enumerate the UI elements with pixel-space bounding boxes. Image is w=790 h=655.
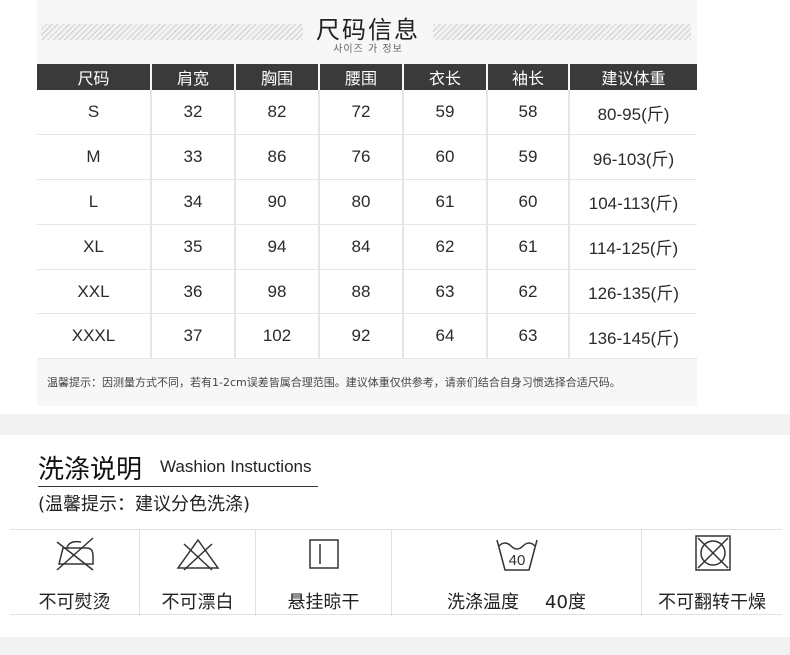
- no-tumble-dry-icon: [695, 535, 731, 571]
- care-item-no-bleach: 不可漂白: [140, 530, 256, 616]
- size-note: 温馨提示：因测量方式不同，若有1-2cm误差皆属合理范围。建议体重仅供参考，请亲…: [47, 376, 621, 389]
- care-item-hang-dry: 悬挂晾干: [256, 530, 392, 616]
- cell-chest: 102: [235, 313, 320, 360]
- hang-dry-icon: [308, 539, 339, 569]
- cell-chest: 94: [235, 224, 320, 270]
- cell-waist: 92: [319, 313, 404, 360]
- cell-waist: 80: [319, 179, 404, 225]
- size-info-section: 尺码信息 사이즈 가 정보 尺码 肩宽 胸围 腰围 衣长 袖长 建议体重 S 3…: [37, 0, 697, 406]
- cell-shoulder: 35: [151, 224, 236, 270]
- no-bleach-icon: [176, 538, 219, 571]
- table-row: XXXL 37 102 92 64 63 136-145(斤): [37, 313, 697, 360]
- cell-size: XXXL: [37, 313, 152, 360]
- size-table-header: 尺码 肩宽 胸围 腰围 衣长 袖长 建议体重: [37, 64, 697, 90]
- care-label: 不可漂白: [161, 592, 234, 613]
- care-label: 洗涤温度 40度: [392, 588, 641, 614]
- cell-size: L: [37, 179, 152, 225]
- title-underline: [38, 486, 318, 487]
- wash-title: 洗涤说明: [38, 455, 143, 485]
- cell-weight: 104-113(斤): [569, 179, 697, 225]
- cell-chest: 98: [235, 269, 320, 315]
- table-row: XL 35 94 84 62 61 114-125(斤): [37, 224, 697, 270]
- cell-sleeve: 61: [487, 224, 570, 270]
- cell-sleeve: 63: [487, 313, 570, 360]
- cell-chest: 90: [235, 179, 320, 225]
- care-label: 不可熨烫: [38, 592, 111, 613]
- bottom-band: [0, 637, 790, 655]
- cell-waist: 72: [319, 90, 404, 136]
- cell-sleeve: 59: [487, 134, 570, 181]
- table-row: S 32 82 72 59 58 80-95(斤): [37, 90, 697, 136]
- wash-tip: (温馨提示：建议分色洗涤): [38, 494, 251, 515]
- cell-shoulder: 34: [151, 179, 236, 225]
- wash-section: 洗涤说明 Washion Instuctions (温馨提示：建议分色洗涤) 不…: [10, 435, 782, 637]
- cell-sleeve: 62: [487, 269, 570, 315]
- cell-shoulder: 37: [151, 313, 236, 360]
- cell-weight: 96-103(斤): [569, 134, 697, 181]
- cell-waist: 84: [319, 224, 404, 270]
- wash-40-icon-text: 40: [508, 552, 525, 569]
- care-symbols-grid: 不可熨烫 不可漂白 悬挂晾干 40 洗涤温度 40度 不可翻转干燥: [10, 529, 782, 616]
- wash-title-en: Washion Instuctions: [160, 457, 312, 476]
- header-size: 尺码: [37, 64, 152, 90]
- cell-size: XL: [37, 224, 152, 270]
- care-item-no-iron: 不可熨烫: [10, 530, 140, 616]
- care-item-no-tumble-dry: 不可翻转干燥: [642, 530, 782, 616]
- care-label: 不可翻转干燥: [658, 592, 766, 613]
- decorative-hatch-left: [41, 24, 303, 40]
- table-row: M 33 86 76 60 59 96-103(斤): [37, 134, 697, 181]
- cell-size: M: [37, 134, 152, 181]
- cell-size: XXL: [37, 269, 152, 315]
- size-title-band: 尺码信息 사이즈 가 정보: [37, 0, 697, 64]
- cell-sleeve: 60: [487, 179, 570, 225]
- wash-40-icon: 40: [495, 539, 538, 571]
- cell-shoulder: 36: [151, 269, 236, 315]
- cell-size: S: [37, 90, 152, 136]
- cell-chest: 82: [235, 90, 320, 136]
- decorative-hatch-right: [433, 24, 691, 40]
- cell-shoulder: 33: [151, 134, 236, 181]
- cell-length: 64: [403, 313, 488, 360]
- header-weight: 建议体重: [569, 64, 697, 90]
- cell-sleeve: 58: [487, 90, 570, 136]
- header-length: 衣长: [403, 64, 488, 90]
- cell-weight: 114-125(斤): [569, 224, 697, 270]
- care-temperature-value: 40度: [545, 592, 586, 613]
- section-divider: [0, 414, 790, 435]
- cell-length: 62: [403, 224, 488, 270]
- cell-weight: 136-145(斤): [569, 313, 697, 360]
- cell-weight: 126-135(斤): [569, 269, 697, 315]
- cell-waist: 88: [319, 269, 404, 315]
- cell-length: 59: [403, 90, 488, 136]
- care-item-wash-temperature: 40 洗涤温度 40度: [392, 530, 642, 616]
- no-iron-icon: [56, 537, 94, 571]
- cell-chest: 86: [235, 134, 320, 181]
- cell-length: 60: [403, 134, 488, 181]
- table-row: XXL 36 98 88 63 62 126-135(斤): [37, 269, 697, 315]
- care-label-text: 洗涤温度: [447, 592, 520, 613]
- header-chest: 胸围: [235, 64, 320, 90]
- cell-weight: 80-95(斤): [569, 90, 697, 136]
- cell-length: 63: [403, 269, 488, 315]
- care-label: 悬挂晾干: [287, 592, 360, 613]
- header-sleeve: 袖长: [487, 64, 570, 90]
- header-waist: 腰围: [319, 64, 404, 90]
- size-table: 尺码 肩宽 胸围 腰围 衣长 袖长 建议体重 S 32 82 72 59 58 …: [37, 64, 697, 360]
- cell-shoulder: 32: [151, 90, 236, 136]
- size-info-subtitle: 사이즈 가 정보: [333, 44, 403, 55]
- cell-waist: 76: [319, 134, 404, 181]
- table-row: L 34 90 80 61 60 104-113(斤): [37, 179, 697, 225]
- cell-length: 61: [403, 179, 488, 225]
- header-shoulder: 肩宽: [151, 64, 236, 90]
